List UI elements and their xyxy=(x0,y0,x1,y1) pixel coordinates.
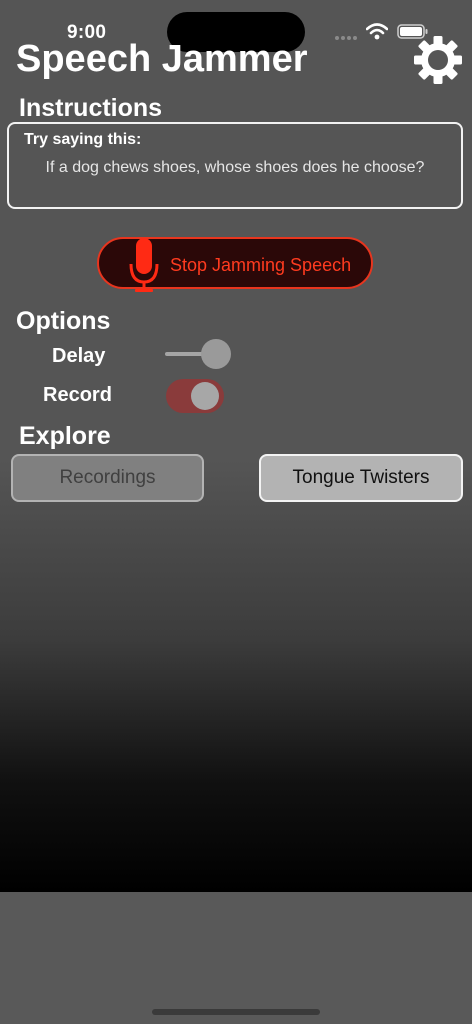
stop-jamming-label: Stop Jamming Speech xyxy=(170,255,352,275)
stop-jamming-button[interactable]: Stop Jamming Speech xyxy=(97,237,373,292)
recordings-button[interactable]: Recordings xyxy=(11,454,204,502)
app-title: Speech Jammer xyxy=(16,38,308,80)
try-saying-label: Try saying this: xyxy=(24,131,142,148)
cellular-signal-icon xyxy=(335,36,359,42)
microphone-icon xyxy=(129,238,159,292)
explore-heading: Explore xyxy=(19,422,111,450)
instructions-box: Try saying this: If a dog chews shoes, w… xyxy=(7,122,463,209)
record-label: Record xyxy=(43,384,112,406)
tongue-twisters-button[interactable]: Tongue Twisters xyxy=(259,454,463,502)
record-toggle-knob xyxy=(191,382,219,410)
delay-label: Delay xyxy=(52,345,106,367)
instructions-heading: Instructions xyxy=(19,94,163,122)
gear-icon[interactable] xyxy=(413,35,463,85)
wifi-icon xyxy=(366,23,388,40)
home-indicator[interactable] xyxy=(152,1009,320,1015)
record-toggle[interactable] xyxy=(166,379,224,413)
bottom-area xyxy=(0,892,472,1024)
options-heading: Options xyxy=(16,307,111,335)
delay-slider-thumb[interactable] xyxy=(201,339,231,369)
tongue-twister-prompt: If a dog chews shoes, whose shoes does h… xyxy=(45,159,425,176)
